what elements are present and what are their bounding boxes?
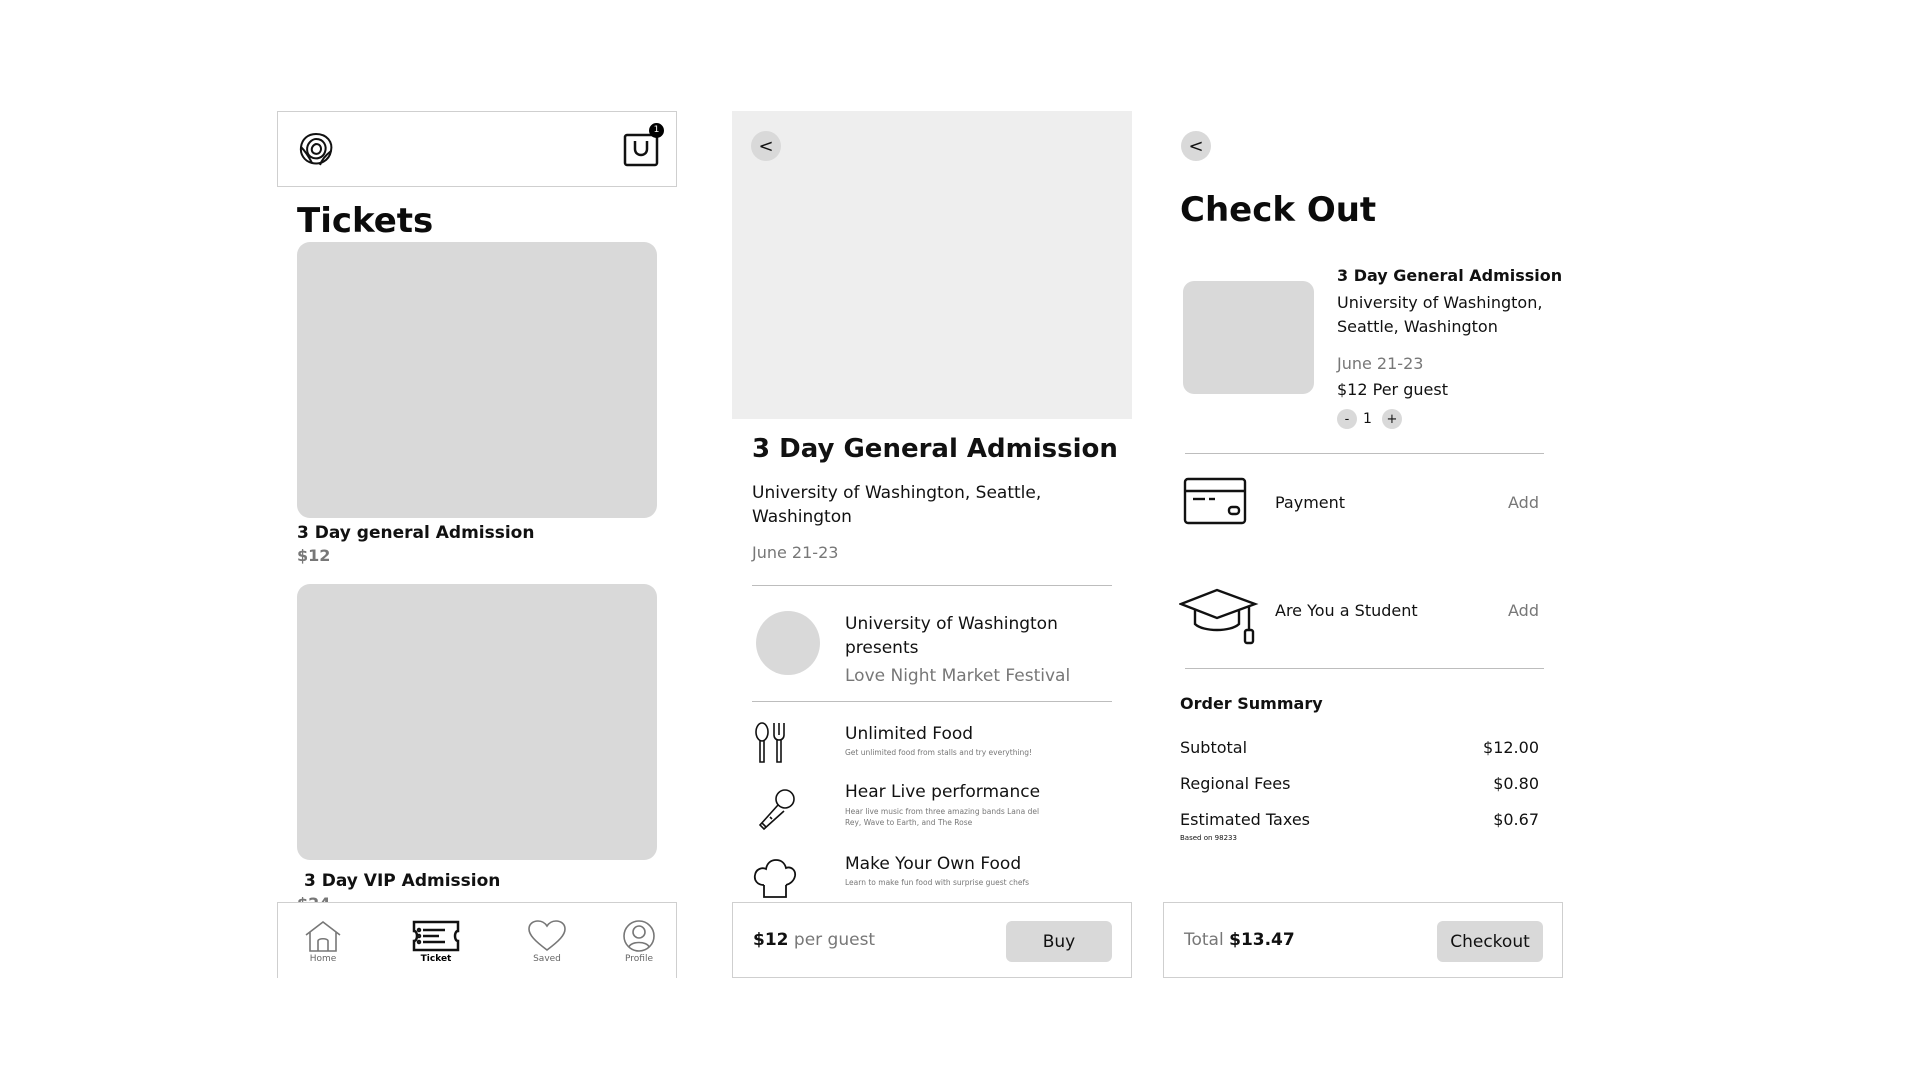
back-button[interactable]: < (1181, 131, 1211, 161)
cart-count-badge: 1 (649, 123, 664, 138)
event-date: June 21-23 (752, 543, 839, 562)
page-title: Tickets (297, 201, 434, 241)
total-value: $13.47 (1229, 930, 1295, 950)
option-label: Payment (1275, 493, 1346, 512)
feature-description: Hear live music from three amazing bands… (845, 807, 1040, 827)
total: Total $13.47 (1184, 930, 1295, 950)
quantity-increase-button[interactable]: + (1382, 409, 1402, 429)
page-title: Check Out (1180, 190, 1377, 230)
divider (1185, 668, 1544, 669)
microphone-icon (758, 789, 795, 831)
tab-label: Home (309, 954, 337, 964)
ticket-thumbnail (1183, 281, 1314, 394)
quantity-decrease-button[interactable]: - (1337, 409, 1357, 429)
ticket-title: 3 Day General Admission (752, 434, 1118, 464)
tab-label: Saved (533, 954, 561, 964)
back-button[interactable]: < (751, 131, 781, 161)
ticket-card-image[interactable] (297, 242, 657, 518)
summary-row: Estimated Taxes $0.67 (1180, 810, 1539, 829)
summary-value: $0.80 (1493, 774, 1539, 793)
presenter-avatar (756, 611, 820, 675)
option-label: Are You a Student (1275, 601, 1418, 620)
event-hero-image (732, 111, 1132, 419)
summary-label: Regional Fees (1180, 774, 1291, 793)
tab-home[interactable]: Home (283, 903, 363, 978)
ticket-card-title[interactable]: 3 Day VIP Admission (304, 871, 500, 891)
presenter-text: University of Washington presents (845, 614, 1058, 658)
checkout-footer: Total $13.47 Checkout (1163, 902, 1563, 978)
tax-note: Based on 98233 (1180, 834, 1237, 842)
utensils-icon (755, 722, 785, 763)
summary-label: Subtotal (1180, 738, 1248, 757)
graduation-cap-icon (1179, 588, 1259, 645)
total-label: Total (1184, 930, 1224, 950)
add-payment-link[interactable]: Add (1508, 493, 1539, 512)
order-summary-title: Order Summary (1180, 694, 1323, 713)
item-name: 3 Day General Admission (1337, 266, 1563, 285)
checkout-button[interactable]: Checkout (1437, 921, 1543, 962)
add-student-link[interactable]: Add (1508, 601, 1539, 620)
tab-label: Profile (625, 954, 653, 964)
feature-title: Make Your Own Food (845, 854, 1022, 874)
bottom-tab-bar: Home Ticket Saved Profile (277, 902, 677, 978)
app-header: 1 (277, 111, 677, 187)
divider (752, 701, 1112, 702)
item-price: $12 Per guest (1337, 380, 1448, 399)
quantity-value: 1 (1363, 411, 1372, 427)
tab-ticket[interactable]: Ticket (396, 903, 476, 978)
ticket-card-title[interactable]: 3 Day general Admission (297, 523, 534, 543)
feature-title: Hear Live performance (845, 782, 1041, 802)
tickets-screen: 1 Tickets 3 Day general Admission $12 3 … (277, 111, 677, 978)
heart-icon (528, 920, 566, 952)
summary-value: $0.67 (1493, 810, 1539, 829)
summary-label: Estimated Taxes (1180, 810, 1310, 829)
feature-description: Get unlimited food from stalls and try e… (845, 748, 1033, 757)
event-name: Love Night Market Festival (845, 666, 1071, 686)
feature-title: Unlimited Food (845, 724, 974, 744)
ticket-icon (412, 920, 460, 952)
chef-hat-icon (753, 859, 797, 898)
event-location: University of Washington, Seattle, Washi… (752, 483, 1042, 527)
ticket-card-price: $12 (297, 546, 331, 565)
profile-icon (623, 920, 655, 952)
ticket-price: $12 (753, 930, 789, 950)
credit-card-icon (1183, 477, 1247, 525)
purchase-footer: $12 per guest Buy (732, 902, 1132, 978)
checkout-screen: < Check Out 3 Day General Admission Univ… (1163, 111, 1563, 978)
home-icon (305, 920, 341, 952)
divider (1185, 453, 1544, 454)
tab-profile[interactable]: Profile (599, 903, 677, 978)
buy-button[interactable]: Buy (1006, 921, 1112, 962)
tab-saved[interactable]: Saved (507, 903, 587, 978)
tab-label: Ticket (420, 954, 452, 964)
divider (752, 585, 1112, 586)
summary-row: Subtotal $12.00 (1180, 738, 1539, 757)
rose-logo-icon[interactable] (296, 129, 336, 169)
summary-value: $12.00 (1483, 738, 1539, 757)
item-location: University of Washington, Seattle, Washi… (1337, 293, 1543, 336)
feature-description: Learn to make fun food with surprise gue… (845, 878, 1030, 887)
price-per-guest: $12 per guest (753, 930, 875, 950)
price-suffix: per guest (793, 930, 876, 950)
summary-row: Regional Fees $0.80 (1180, 774, 1539, 793)
ticket-card-image[interactable] (297, 584, 657, 860)
item-date: June 21-23 (1337, 354, 1424, 373)
ticket-detail-screen: < 3 Day General Admission University of … (732, 111, 1132, 978)
